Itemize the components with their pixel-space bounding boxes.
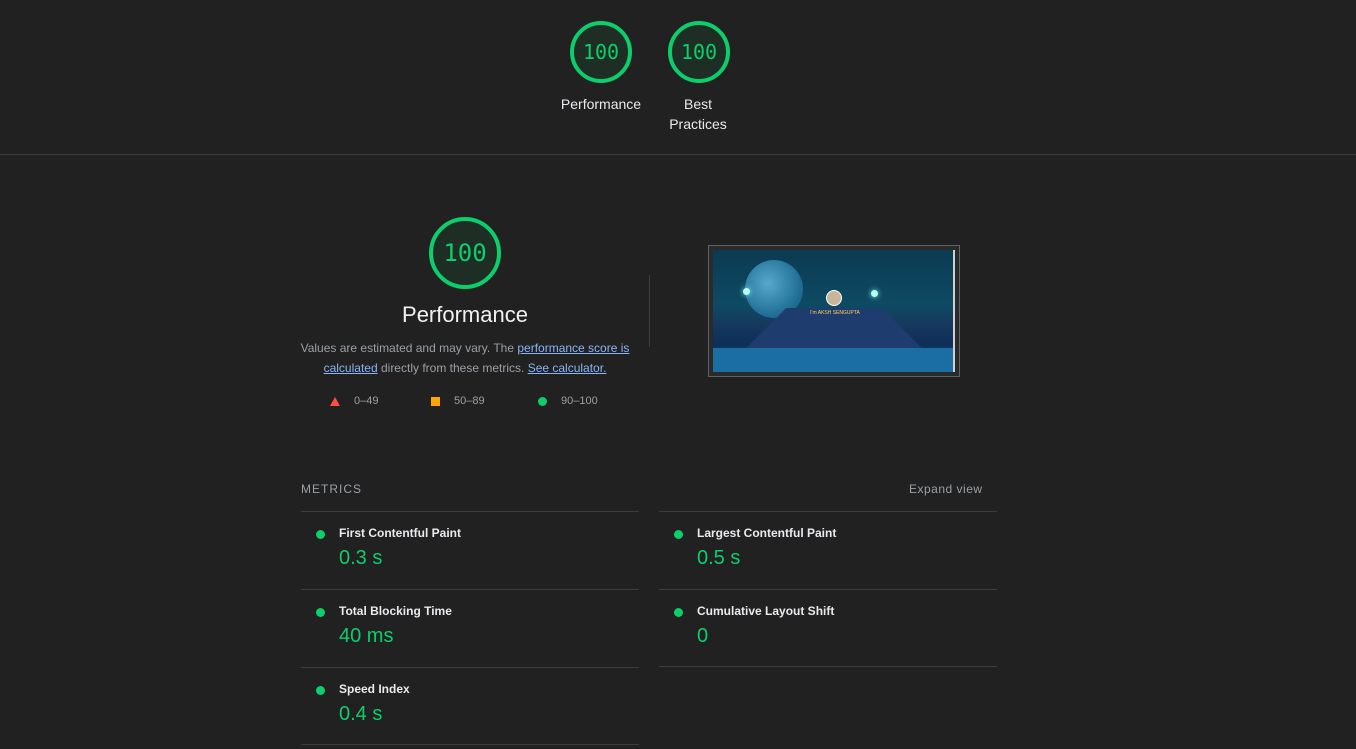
metric-value: 40 ms [339,625,394,647]
legend-pass: 90–100 [538,395,598,407]
legend-range: 50–89 [454,395,485,407]
metric-divider [659,666,997,667]
triangle-icon [330,396,340,406]
performance-score: 100 [443,239,487,267]
metric-title: Speed Index [339,682,410,696]
legend-fail: 0–49 [330,395,378,407]
metric-cumulative-layout-shift: Cumulative Layout Shift 0 [659,589,997,667]
expand-view-button[interactable]: Expand view [909,482,983,496]
metric-value: 0.4 s [339,703,383,725]
performance-summary-gauge[interactable]: 100 [569,20,633,84]
screenshot-image: I'm AKSH SENGUPTA [713,250,955,372]
performance-gauge: 100 [428,216,502,290]
see-calculator-link[interactable]: See calculator. [528,361,607,375]
best-practices-summary-score: 100 [680,40,718,64]
performance-summary-score: 100 [582,40,620,64]
star-graphic [743,288,750,295]
metric-title: Cumulative Layout Shift [697,604,835,618]
best-practices-label-line2: Practices [669,116,727,132]
performance-description: Values are estimated and may vary. The p… [296,338,634,378]
screenshot-scrollbar [953,250,955,372]
metric-speed-index: Speed Index 0.4 s [301,667,639,745]
star-graphic [871,290,878,297]
metric-title: Total Blocking Time [339,604,452,618]
avatar [826,290,842,306]
description-text: directly from these metrics. [377,361,528,375]
legend-range: 90–100 [561,395,598,407]
best-practices-summary-gauge[interactable]: 100 [667,20,731,84]
header-divider [0,154,1356,155]
best-practices-summary-label[interactable]: Best Practices [648,94,748,134]
ground-graphic [713,348,955,372]
pass-icon [316,686,325,695]
pass-icon [316,608,325,617]
metric-title: First Contentful Paint [339,526,461,540]
metric-first-contentful-paint: First Contentful Paint 0.3 s [301,511,639,589]
performance-title: Performance [402,302,528,327]
legend-average: 50–89 [431,395,485,407]
description-text: Values are estimated and may vary. The [300,341,518,355]
screenshot-caption: I'm AKSH SENGUPTA [810,310,860,316]
metric-divider [301,744,639,745]
section-divider [649,275,650,347]
pass-icon [674,530,683,539]
metric-largest-contentful-paint: Largest Contentful Paint 0.5 s [659,511,997,589]
square-icon [431,396,440,406]
circle-icon [538,396,547,406]
pass-icon [674,608,683,617]
metric-total-blocking-time: Total Blocking Time 40 ms [301,589,639,667]
metrics-heading: METRICS [301,482,362,496]
metric-value: 0.5 s [697,547,741,569]
legend-range: 0–49 [354,395,379,407]
metric-title: Largest Contentful Paint [697,526,837,540]
performance-summary-label[interactable]: Performance [551,94,651,114]
final-screenshot[interactable]: I'm AKSH SENGUPTA [708,245,960,377]
best-practices-label-line1: Best [683,96,712,112]
metric-value: 0.3 s [339,547,383,569]
pass-icon [316,530,325,539]
metric-value: 0 [697,625,709,647]
